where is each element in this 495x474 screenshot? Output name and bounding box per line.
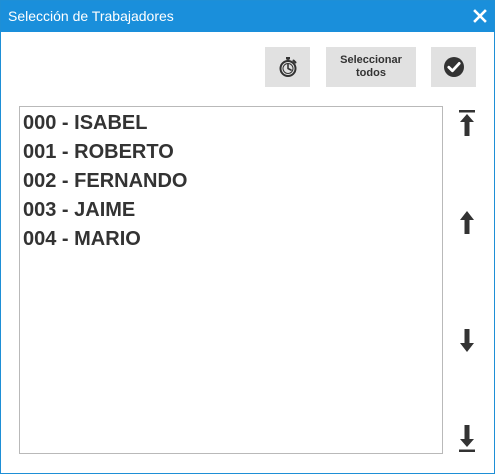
select-all-button[interactable]: Seleccionar todos: [326, 47, 416, 87]
go-top-icon: [459, 110, 475, 136]
confirm-button[interactable]: [431, 47, 476, 87]
scroll-bottom-button[interactable]: [454, 424, 480, 454]
scroll-up-button[interactable]: [454, 207, 480, 237]
list-item[interactable]: 000 - ISABEL: [23, 112, 147, 134]
scroll-top-button[interactable]: [454, 108, 480, 138]
scroll-down-button[interactable]: [454, 326, 480, 356]
list-item[interactable]: 001 - ROBERTO: [23, 141, 174, 163]
worker-selection-dialog: Selección de Trabajadores Seleccionar to…: [0, 0, 495, 474]
arrow-down-icon: [460, 329, 474, 352]
stopwatch-icon: [279, 57, 296, 77]
close-icon: [473, 9, 487, 23]
list-item[interactable]: 002 - FERNANDO: [23, 170, 187, 192]
list-item[interactable]: 003 - JAIME: [23, 199, 135, 221]
title-bar: Selección de Trabajadores: [1, 1, 494, 32]
dialog-title: Selección de Trabajadores: [8, 8, 174, 24]
timer-button[interactable]: [265, 47, 310, 87]
worker-list[interactable]: 000 - ISABEL 001 - ROBERTO 002 - FERNAND…: [19, 106, 443, 454]
select-all-label: Seleccionar todos: [340, 54, 402, 79]
go-bottom-icon: [459, 425, 475, 452]
list-item[interactable]: 004 - MARIO: [23, 228, 141, 250]
check-circle-icon: [443, 57, 464, 77]
arrow-up-icon: [460, 211, 474, 234]
close-button[interactable]: [472, 8, 488, 24]
